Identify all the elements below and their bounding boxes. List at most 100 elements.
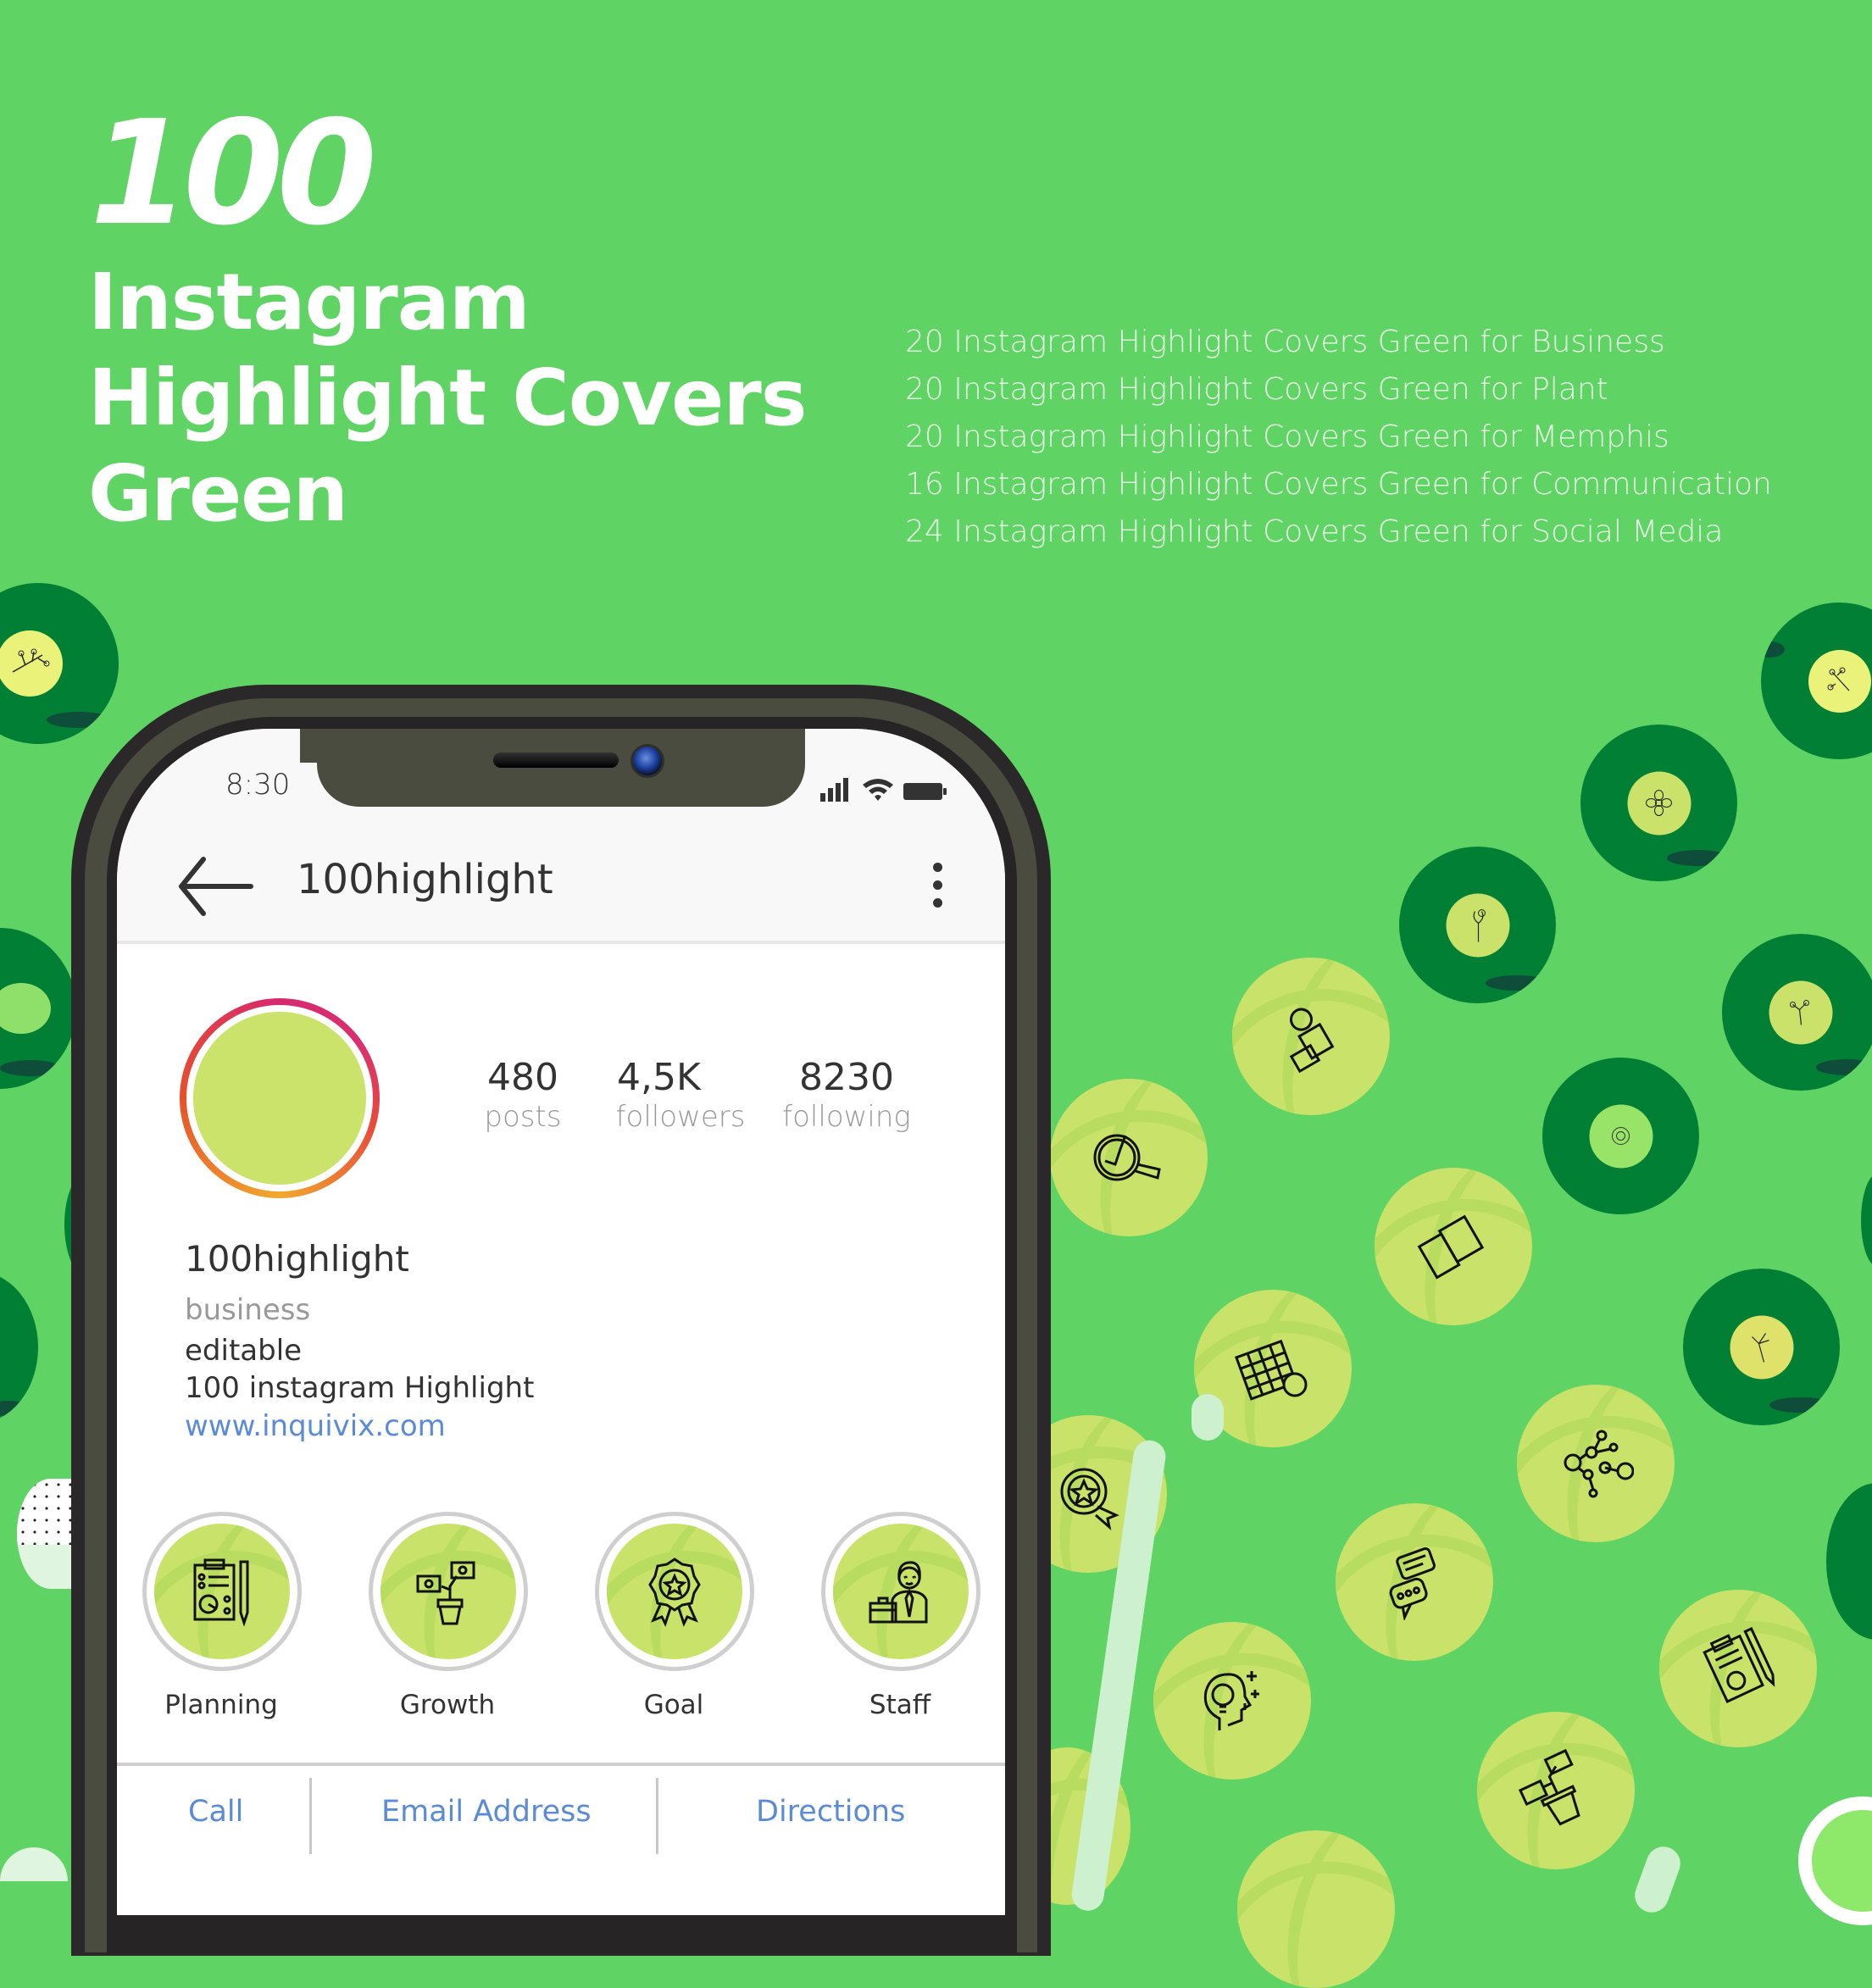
businessman-icon xyxy=(1289,1008,1335,1074)
calendar-clock-icon xyxy=(1235,1339,1308,1401)
highlight-label: Staff xyxy=(869,1690,931,1720)
more-options-button[interactable] xyxy=(929,863,946,908)
plant-cover-decoration xyxy=(0,928,76,1089)
flower-icon xyxy=(1730,1315,1793,1379)
wifi-icon xyxy=(863,779,893,801)
speaker-grille xyxy=(493,752,619,768)
network-nodes-icon xyxy=(1564,1430,1634,1498)
highlight-label: Growth xyxy=(399,1690,496,1720)
stat-posts[interactable]: 480 posts xyxy=(468,1056,578,1136)
email-address-button[interactable]: Email Address xyxy=(381,1795,592,1829)
plant-cover-decoration xyxy=(1683,1269,1840,1425)
rose-icon xyxy=(1589,1104,1653,1168)
feature-list: 20 Instagram Highlight Covers Green for … xyxy=(905,319,1772,556)
guide-cover-decoration xyxy=(1375,1168,1532,1325)
decorative-pill xyxy=(1192,1394,1224,1441)
analysis-cover-decoration xyxy=(1050,1079,1208,1236)
profile-username-header: 100highlight xyxy=(297,856,553,903)
bio-line: editable xyxy=(185,1334,303,1368)
call-button[interactable]: Call xyxy=(188,1795,243,1829)
more-vertical-icon xyxy=(932,863,942,872)
award-badge-icon xyxy=(648,1558,701,1627)
lightbulb-head-icon xyxy=(1203,1671,1259,1730)
open-book-icon xyxy=(1417,1214,1485,1280)
decorative-stripe xyxy=(1630,1841,1686,1918)
headline-line: Green xyxy=(88,448,348,539)
contact-action-bar: Call Email Address Directions xyxy=(117,1763,1005,1915)
chat-bubbles-icon xyxy=(1389,1547,1436,1620)
stat-following[interactable]: 8230 following xyxy=(775,1056,919,1136)
planning-cover-decoration xyxy=(1659,1590,1817,1747)
highlight-label: Planning xyxy=(164,1690,278,1720)
feature-item: 20 Instagram Highlight Covers Green for … xyxy=(905,372,1608,407)
growth-cover-decoration xyxy=(1477,1712,1635,1869)
headline-number: 100 xyxy=(90,90,377,258)
flower-icon xyxy=(1627,771,1691,835)
bio-line: 100 instagram Highlight xyxy=(185,1371,535,1405)
businessman-icon xyxy=(869,1561,928,1624)
arrow-left-icon xyxy=(179,857,253,916)
plant-cover-decoration xyxy=(1826,1483,1872,1640)
flower-icon xyxy=(0,630,63,697)
clipboard-chart-icon xyxy=(1703,1627,1775,1704)
profile-avatar[interactable] xyxy=(180,998,380,1198)
plant-cover-decoration xyxy=(1861,1174,1872,1267)
stat-value: 480 xyxy=(487,1056,558,1099)
highlight-growth[interactable]: Growth xyxy=(369,1512,528,1720)
headline-title: Instagram Highlight Covers Green xyxy=(88,254,808,541)
flower-icon xyxy=(1808,649,1871,713)
back-button[interactable] xyxy=(178,856,254,921)
status-time: 8:30 xyxy=(225,768,291,802)
plant-cover-decoration xyxy=(1580,725,1737,881)
flower-icon xyxy=(1769,980,1832,1044)
memphis-cover-decoration xyxy=(0,1847,68,1881)
headline-line: Highlight Covers xyxy=(88,353,808,443)
plant-cover-decoration xyxy=(0,1271,38,1424)
highlight-label: Goal xyxy=(643,1690,704,1720)
highlight-goal[interactable]: Goal xyxy=(595,1512,754,1720)
headline-line: Instagram xyxy=(88,257,530,347)
battery-icon xyxy=(903,783,947,800)
profile-name: 100highlight xyxy=(185,1238,409,1280)
plant-cover-decoration xyxy=(0,583,119,744)
clipboard-chart-icon xyxy=(193,1558,249,1627)
business-cover-decoration xyxy=(1237,1830,1395,1988)
stat-label: posts xyxy=(484,1100,562,1135)
chat-cover-decoration xyxy=(1336,1503,1493,1661)
directions-button[interactable]: Directions xyxy=(756,1795,905,1829)
phone-notch xyxy=(300,729,805,807)
status-icons xyxy=(820,776,947,802)
stat-label: following xyxy=(782,1100,911,1135)
stat-label: followers xyxy=(615,1100,746,1135)
network-cover-decoration xyxy=(1517,1385,1675,1542)
money-plant-icon xyxy=(1518,1748,1580,1826)
plant-cover-decoration xyxy=(1761,603,1872,759)
magnifier-chart-icon xyxy=(1093,1134,1161,1181)
money-plant-icon xyxy=(416,1561,475,1625)
flower-icon xyxy=(1446,893,1509,957)
staff-cover-decoration xyxy=(1232,958,1390,1115)
feature-item: 24 Instagram Highlight Covers Green for … xyxy=(905,514,1724,549)
feature-item: 20 Instagram Highlight Covers Green for … xyxy=(905,325,1665,359)
award-badge-icon xyxy=(1060,1468,1119,1531)
divider xyxy=(309,1778,312,1854)
highlight-planning[interactable]: Planning xyxy=(142,1512,302,1720)
stat-value: 8230 xyxy=(799,1056,894,1099)
stat-followers[interactable]: 4,5K followers xyxy=(608,1056,753,1136)
phone-screen: 8:30 100highlight 480 posts 4,5K followe… xyxy=(117,729,1005,1915)
profile-category: business xyxy=(185,1293,311,1327)
highlight-staff[interactable]: Staff xyxy=(821,1512,980,1720)
plant-cover-decoration xyxy=(1542,1058,1699,1214)
divider xyxy=(656,1778,658,1854)
plant-cover-decoration xyxy=(1399,847,1556,1003)
profile-bio: 100highlight business editable 100 insta… xyxy=(185,1234,534,1446)
stat-value: 4,5K xyxy=(617,1056,701,1099)
feature-item: 16 Instagram Highlight Covers Green for … xyxy=(905,467,1772,502)
front-camera xyxy=(630,744,664,778)
feature-item: 20 Instagram Highlight Covers Green for … xyxy=(905,419,1669,454)
profile-website-link[interactable]: www.inquivix.com xyxy=(185,1407,534,1446)
plant-cover-decoration xyxy=(1722,934,1872,1091)
signal-icon xyxy=(820,778,848,802)
idea-cover-decoration xyxy=(1153,1622,1311,1780)
memphis-cover-decoration xyxy=(1798,1796,1872,1925)
